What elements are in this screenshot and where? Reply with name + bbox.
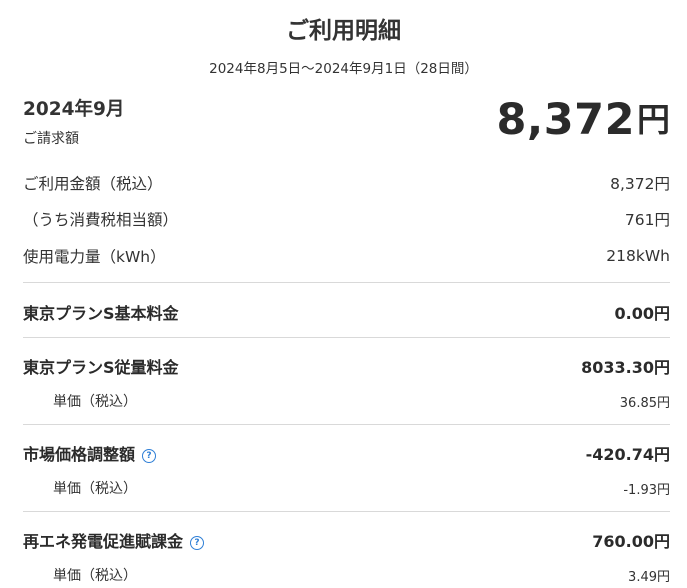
section-divider: [23, 337, 670, 338]
metered-unit-price-label: 単価（税込）: [53, 394, 137, 410]
market-adjustment-label: 市場価格調整額: [23, 445, 136, 464]
metered-charge-label: 東京プランS従量料金: [23, 358, 179, 377]
market-adjustment-unit-price-label: 単価（税込）: [53, 481, 137, 497]
renewable-surcharge-value: 760.00円: [592, 532, 670, 551]
section-divider: [23, 282, 670, 283]
billing-month: 2024年9月: [23, 99, 125, 120]
total-billing-amount: 8,372円: [496, 92, 670, 148]
metered-unit-price-row: 単価（税込） 36.85円: [53, 391, 670, 411]
page-title: ご利用明細: [286, 18, 401, 44]
power-usage-label: 使用電力量（kWh）: [23, 248, 166, 266]
question-circle-icon[interactable]: ?: [190, 536, 205, 550]
renewable-surcharge-unit-price-row: 単価（税込） 3.49円: [53, 565, 670, 585]
power-usage-row: 使用電力量（kWh） 218kWh: [23, 245, 670, 267]
usage-amount-value: 8,372円: [610, 175, 670, 193]
question-circle-icon[interactable]: ?: [142, 449, 157, 463]
renewable-surcharge-unit-price-value: 3.49円: [628, 569, 670, 585]
consumption-tax-label: （うち消費税相当額）: [23, 211, 179, 229]
billing-period: 2024年8月5日～2024年9月1日（28日間）: [209, 61, 478, 77]
consumption-tax-value: 761円: [624, 211, 670, 229]
renewable-surcharge-label: 再エネ発電促進賦課金: [23, 532, 184, 551]
metered-unit-price-value: 36.85円: [619, 395, 670, 411]
market-adjustment-unit-price-value: -1.93円: [623, 482, 670, 498]
renewable-surcharge-row: 再エネ発電促進賦課金? 760.00円: [23, 528, 670, 552]
power-usage-value: 218kWh: [606, 247, 670, 265]
basic-charge-label: 東京プランS基本料金: [23, 304, 179, 323]
basic-charge-value: 0.00円: [614, 304, 670, 323]
market-adjustment-label-group: 市場価格調整額?: [23, 441, 157, 465]
total-amount-unit: 円: [637, 100, 670, 139]
market-adjustment-value: -420.74円: [585, 445, 670, 464]
metered-charge-row: 東京プランS従量料金 8033.30円: [23, 354, 670, 378]
metered-charge-value: 8033.30円: [581, 358, 670, 377]
renewable-surcharge-unit-price-label: 単価（税込）: [53, 568, 137, 584]
usage-amount-label: ご利用金額（税込）: [23, 175, 163, 193]
usage-amount-row: ご利用金額（税込） 8,372円: [23, 172, 670, 194]
consumption-tax-row: （うち消費税相当額） 761円: [23, 208, 670, 230]
billing-amount-label: ご請求額: [23, 131, 79, 147]
renewable-surcharge-label-group: 再エネ発電促進賦課金?: [23, 528, 205, 552]
section-divider: [23, 511, 670, 512]
basic-charge-row: 東京プランS基本料金 0.00円: [23, 300, 670, 324]
market-adjustment-row: 市場価格調整額? -420.74円: [23, 441, 670, 465]
market-adjustment-unit-price-row: 単価（税込） -1.93円: [53, 478, 670, 498]
total-amount-value: 8,372: [496, 95, 635, 145]
section-divider: [23, 424, 670, 425]
